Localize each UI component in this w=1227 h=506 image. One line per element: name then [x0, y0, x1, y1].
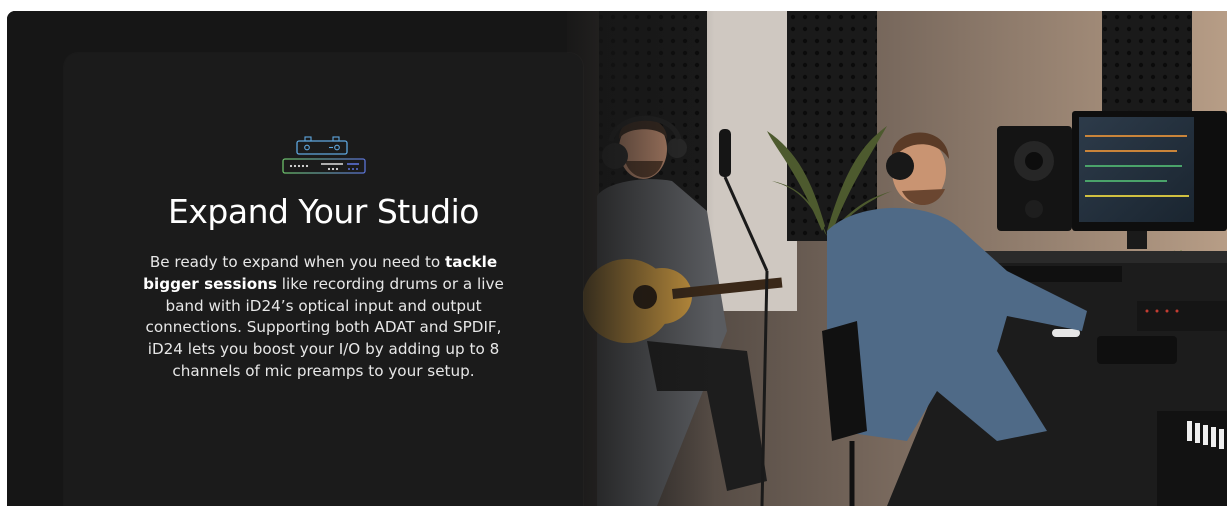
section-title: Expand Your Studio	[168, 192, 479, 231]
feature-card: Expand Your Studio Be ready to expand wh…	[64, 53, 583, 506]
section-description: Be ready to expand when you need to tack…	[138, 252, 509, 383]
description-text-1: Be ready to expand when you need to	[149, 253, 446, 271]
feature-section: Expand Your Studio Be ready to expand wh…	[7, 11, 1227, 506]
audio-interface-stack-icon	[282, 136, 366, 174]
